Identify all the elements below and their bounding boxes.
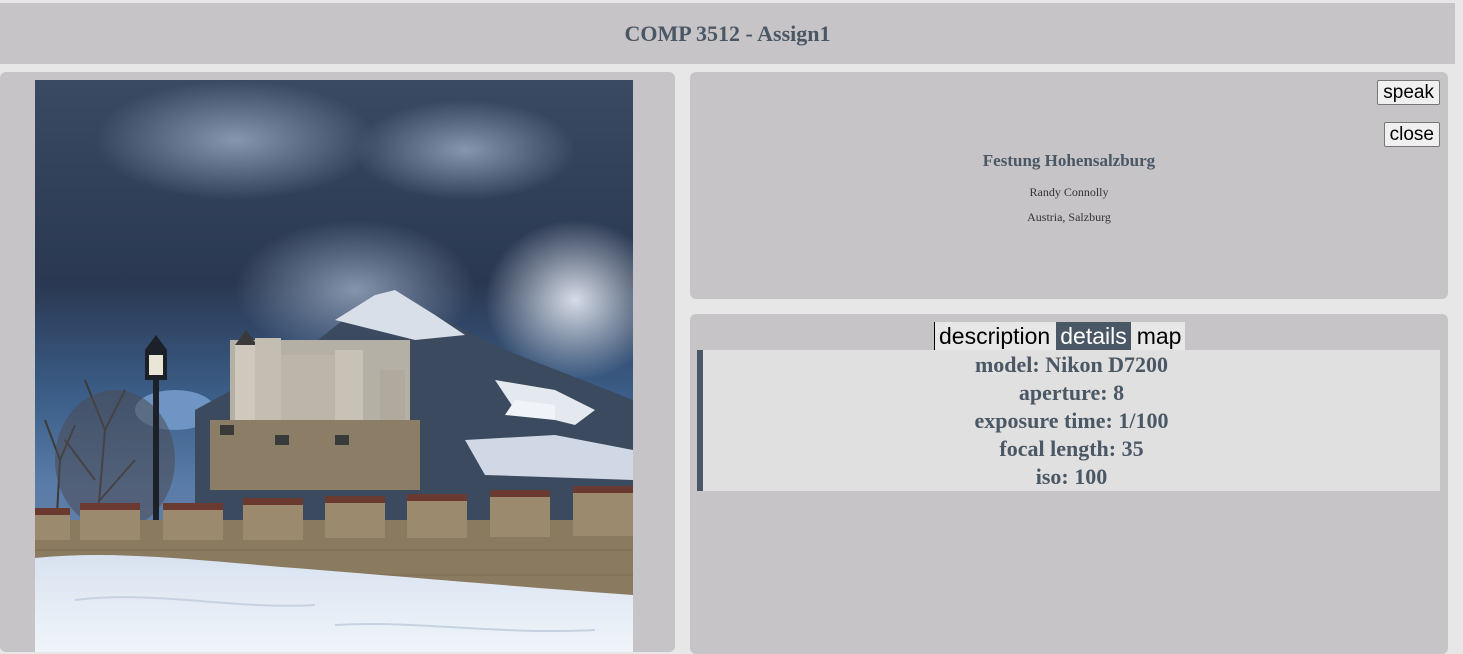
- detail-model: model: Nikon D7200: [974, 352, 1169, 377]
- speak-button[interactable]: speak: [1377, 80, 1440, 105]
- photo-info-panel: speak close Festung Hohensalzburg Randy …: [690, 72, 1448, 299]
- tab-map[interactable]: map: [1132, 322, 1186, 350]
- detail-focal-length: focal length: 35: [999, 436, 1144, 461]
- detail-aperture: aperture: 8: [1018, 380, 1125, 405]
- tab-description[interactable]: description: [934, 322, 1055, 350]
- photo-location: Austria, Salzburg: [1027, 210, 1111, 224]
- photo-panel: [0, 72, 675, 652]
- photo-image: [35, 80, 633, 652]
- tab-bar: description details map: [934, 322, 1186, 350]
- details-content: model: Nikon D7200 aperture: 8 exposure …: [697, 350, 1440, 491]
- tab-details[interactable]: details: [1054, 322, 1133, 350]
- detail-iso: iso: 100: [1035, 464, 1108, 489]
- page-title: COMP 3512 - Assign1: [624, 20, 831, 46]
- app-header: COMP 3512 - Assign1: [0, 3, 1455, 64]
- close-button[interactable]: close: [1383, 122, 1440, 147]
- tabs-panel: description details map model: Nikon D72…: [690, 314, 1448, 654]
- detail-exposure-time: exposure time: 1/100: [974, 408, 1169, 433]
- photo-title: Festung Hohensalzburg: [982, 151, 1156, 170]
- photo-author: Randy Connolly: [1029, 185, 1109, 199]
